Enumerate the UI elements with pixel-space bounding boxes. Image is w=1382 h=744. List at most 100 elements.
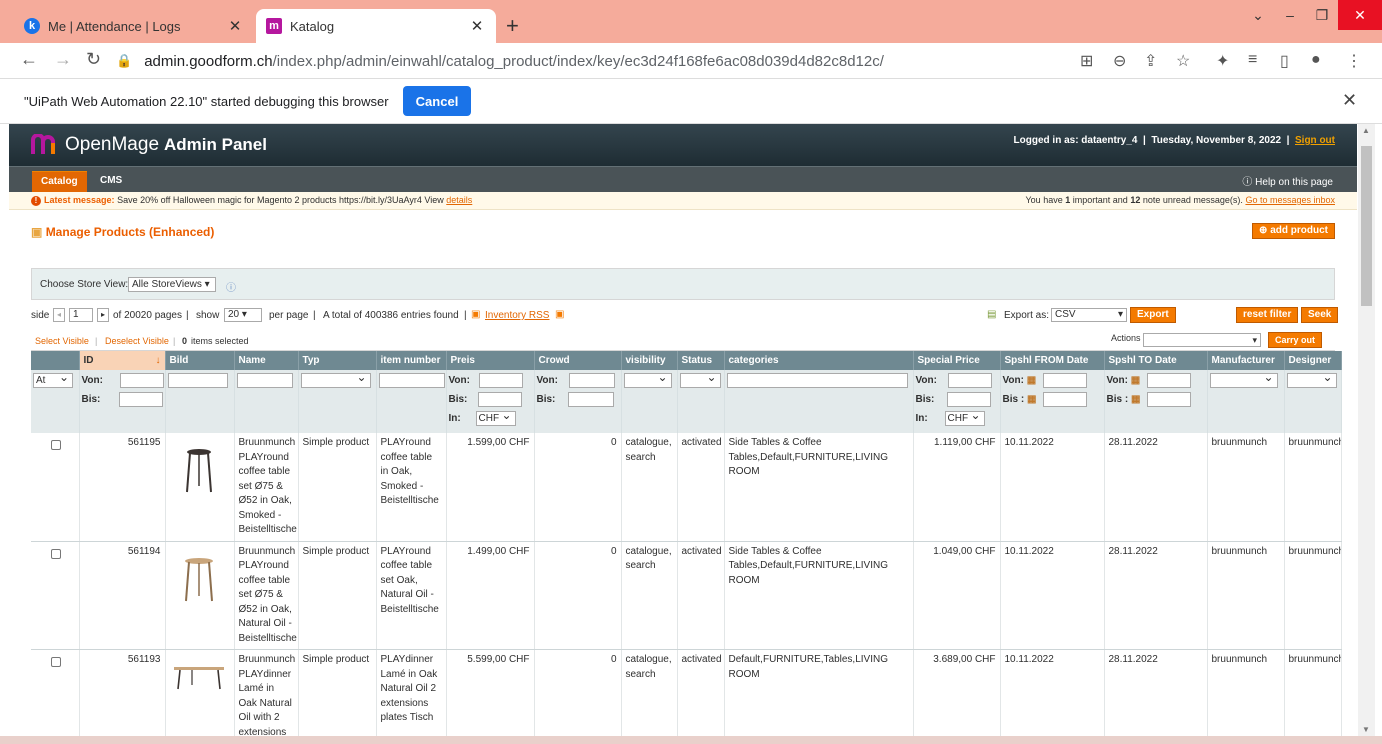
help-link[interactable]: ⓘ Help on this page	[1242, 173, 1333, 188]
media-icon[interactable]: ≡	[1248, 51, 1257, 69]
col-header-special-price[interactable]: Special Price	[913, 351, 1001, 370]
page-input[interactable]: 1	[69, 308, 93, 322]
rss-icon[interactable]: ▣	[555, 309, 564, 320]
id-to-input[interactable]	[119, 392, 164, 407]
export-button[interactable]: Export	[1130, 307, 1176, 323]
close-infobar-icon[interactable]: ✕	[1342, 90, 1357, 111]
price-currency-select[interactable]: CHF	[475, 409, 516, 426]
row-checkbox[interactable]	[51, 657, 61, 667]
row-checkbox[interactable]	[51, 548, 61, 559]
price-to-input[interactable]	[478, 392, 523, 407]
select-filter[interactable]: At	[33, 371, 73, 388]
col-header-special-to[interactable]: Spshl TO Date	[1104, 351, 1208, 370]
col-header-visibility[interactable]: visibility	[621, 351, 678, 370]
select-visible-link[interactable]: Select Visible	[35, 336, 89, 346]
side-panel-icon[interactable]: ▯	[1280, 51, 1289, 71]
manufacturer-filter-select[interactable]	[1209, 371, 1278, 388]
col-header-image[interactable]: Bild	[165, 351, 235, 370]
tab-attendance[interactable]: k Me | Attendance | Logs ✕	[14, 9, 254, 43]
export-format-select[interactable]: CSV ▾	[1051, 308, 1127, 322]
col-header-crowd[interactable]: Crowd	[534, 351, 622, 370]
col-header-price[interactable]: Preis	[446, 351, 535, 370]
calendar-icon[interactable]: ▦	[1131, 375, 1140, 386]
close-window-icon[interactable]: ✕	[1338, 0, 1382, 30]
to-date-from-input[interactable]	[1147, 373, 1191, 388]
calendar-icon[interactable]: ▦	[1027, 375, 1036, 386]
close-tab-icon[interactable]: ✕	[468, 17, 486, 35]
product-thumbnail[interactable]	[170, 440, 228, 500]
lock-icon[interactable]: 🔒	[116, 53, 132, 69]
previous-page-icon[interactable]: ◂	[53, 308, 65, 322]
tab-katalog[interactable]: m Katalog ✕	[256, 9, 496, 43]
id-from-input[interactable]	[119, 373, 164, 388]
bookmark-star-icon[interactable]: ☆	[1176, 51, 1190, 71]
col-header-categories[interactable]: categories	[724, 351, 914, 370]
scroll-down-icon[interactable]: ▼	[1362, 725, 1370, 734]
extensions-icon[interactable]: ✦	[1216, 51, 1229, 71]
to-date-to-input[interactable]	[1147, 392, 1192, 407]
col-header-type[interactable]: Typ	[298, 351, 377, 370]
profile-icon[interactable]: ●	[1311, 51, 1321, 69]
zoom-icon[interactable]: ⊖	[1113, 51, 1126, 71]
image-filter-input[interactable]	[167, 373, 228, 388]
special-price-from-input[interactable]	[947, 373, 992, 388]
inventory-rss-link[interactable]: Inventory RSS	[485, 310, 549, 321]
forward-icon[interactable]: →	[54, 49, 72, 70]
help-icon[interactable]: ⓘ	[226, 279, 236, 294]
table-row[interactable]: 561195 Bruunmunch PLAYround coffee table…	[31, 433, 1342, 542]
search-button[interactable]: Seek	[1301, 307, 1339, 323]
price-from-input[interactable]	[478, 373, 523, 388]
status-filter-select[interactable]	[679, 371, 721, 388]
from-date-from-input[interactable]	[1043, 373, 1087, 388]
messages-inbox-link[interactable]: Go to messages inbox	[1245, 195, 1335, 205]
designer-filter-select[interactable]	[1286, 371, 1337, 388]
reset-filter-button[interactable]: reset filter	[1236, 307, 1299, 323]
sign-out-link[interactable]: Sign out	[1295, 135, 1335, 146]
reload-icon[interactable]: ↻	[86, 49, 101, 70]
back-icon[interactable]: ←	[20, 49, 38, 70]
row-checkbox[interactable]	[51, 440, 61, 450]
calendar-icon[interactable]: ▦	[1027, 394, 1036, 405]
col-header-status[interactable]: Status	[677, 351, 725, 370]
per-page-select[interactable]: 20 ▾	[224, 308, 262, 322]
close-tab-icon[interactable]: ✕	[226, 17, 244, 35]
qty-from-input[interactable]	[568, 373, 615, 388]
openmage-logo[interactable]: OpenMage Admin Panel	[31, 134, 267, 156]
translate-icon[interactable]: ⊞	[1080, 51, 1093, 71]
restore-icon[interactable]: ❐	[1306, 7, 1338, 24]
actions-select[interactable]: ▾	[1143, 333, 1261, 347]
store-view-select[interactable]: Alle StoreViews ▾	[128, 277, 216, 292]
qty-to-input[interactable]	[568, 392, 615, 407]
special-price-to-input[interactable]	[947, 392, 992, 407]
col-header-id[interactable]: ID ↓	[79, 351, 166, 370]
cancel-debugging-button[interactable]: Cancel	[403, 86, 471, 116]
deselect-visible-link[interactable]: Deselect Visible	[105, 336, 169, 346]
table-row[interactable]: 561193 Bruunmunch PLAYdinner Lamé in Oak…	[31, 649, 1342, 736]
col-header-manufacturer[interactable]: Manufacturer	[1207, 351, 1285, 370]
add-product-button[interactable]: ⊕ add product	[1252, 223, 1335, 239]
col-header-name[interactable]: Name	[234, 351, 299, 370]
message-details-link[interactable]: details	[446, 195, 472, 205]
visibility-filter-select[interactable]	[623, 371, 672, 388]
share-icon[interactable]: ⇪	[1144, 51, 1157, 71]
item-number-filter-input[interactable]	[378, 373, 445, 388]
next-page-icon[interactable]: ▸	[97, 308, 109, 322]
table-row[interactable]: 561194 Bruunmunch PLAYround coffee table…	[31, 541, 1342, 650]
col-header-designer[interactable]: Designer	[1284, 351, 1342, 370]
name-filter-input[interactable]	[236, 373, 293, 388]
menu-icon[interactable]: ⋮	[1346, 51, 1362, 71]
tab-search-icon[interactable]: ⌄	[1242, 7, 1274, 24]
carry-out-button[interactable]: Carry out	[1268, 332, 1323, 348]
product-thumbnail[interactable]	[170, 657, 228, 717]
special-currency-select[interactable]: CHF	[944, 409, 985, 426]
type-filter-select[interactable]	[300, 371, 371, 388]
from-date-to-input[interactable]	[1043, 392, 1088, 407]
col-header-item-number[interactable]: item number	[376, 351, 447, 370]
categories-filter-input[interactable]	[726, 373, 908, 388]
scrollbar-thumb[interactable]	[1361, 146, 1372, 306]
product-thumbnail[interactable]	[170, 549, 228, 609]
scroll-up-icon[interactable]: ▲	[1362, 126, 1370, 135]
col-header-special-from[interactable]: Spshl FROM Date	[1000, 351, 1105, 370]
url-bar[interactable]: 🔒 admin.goodform.ch/index.php/admin/einw…	[116, 46, 1056, 76]
nav-cms[interactable]: CMS	[91, 171, 131, 193]
